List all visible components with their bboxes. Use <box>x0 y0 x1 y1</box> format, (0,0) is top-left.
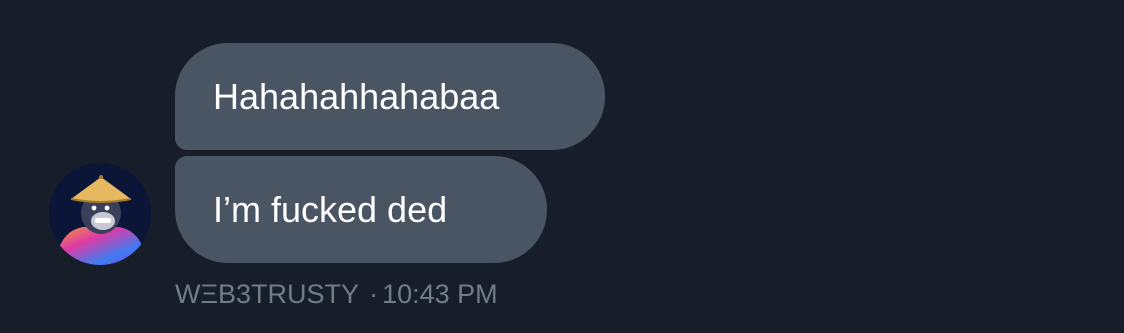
message-timestamp: 10:43 PM <box>382 279 498 309</box>
sender-name[interactable]: WΞB3TRUSTY <box>175 279 359 309</box>
message-meta: WΞB3TRUSTY · 10:43 PM <box>175 278 498 310</box>
message-text: Hahahahhahabaa <box>213 76 500 117</box>
gorilla-avatar-icon <box>49 163 151 265</box>
message-bubble[interactable]: Hahahahhahabaa <box>175 43 605 150</box>
message-bubble[interactable]: I’m fucked ded <box>175 156 547 263</box>
meta-separator: · <box>369 279 379 309</box>
sender-avatar[interactable] <box>49 163 151 265</box>
chat-thread: Hahahahhahabaa I’m fucked ded WΞB3TRUSTY… <box>0 0 1124 333</box>
message-text: I’m fucked ded <box>213 189 448 230</box>
